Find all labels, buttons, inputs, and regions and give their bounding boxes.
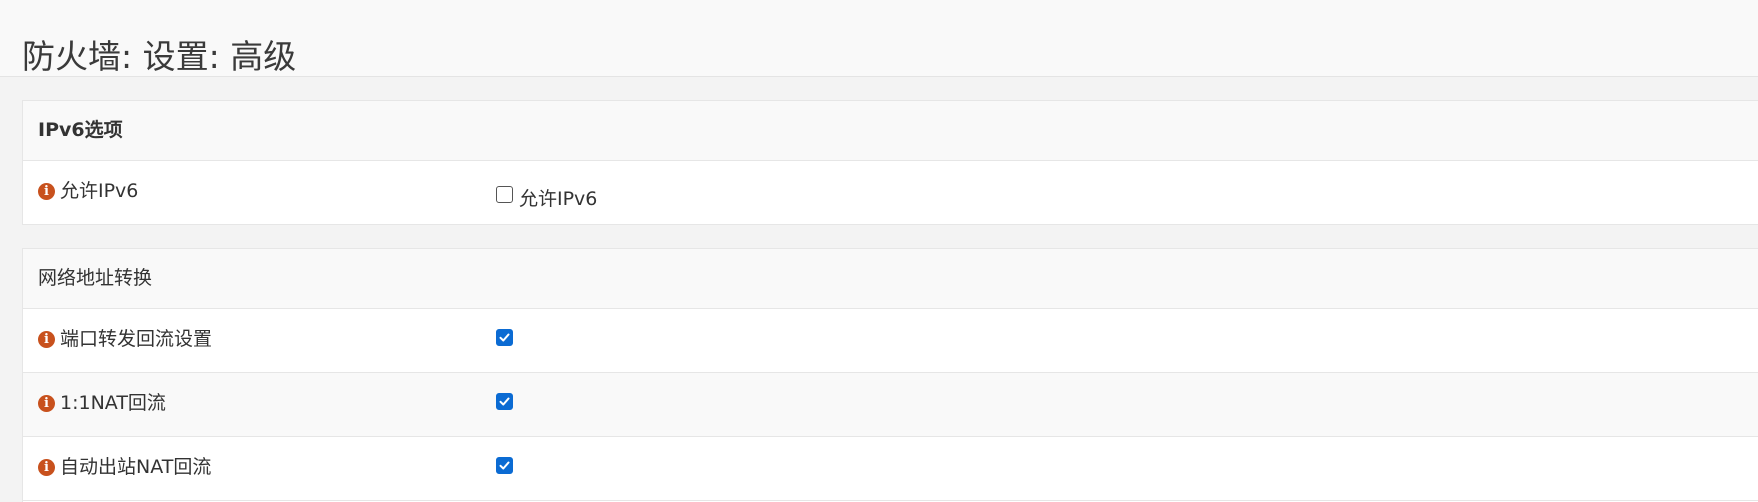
port-forward-reflection-control bbox=[496, 329, 513, 346]
check-icon bbox=[499, 333, 510, 342]
auto-outbound-nat-reflection-checkbox[interactable] bbox=[496, 457, 513, 474]
auto-outbound-nat-reflection-label-text: 自动出站NAT回流 bbox=[60, 456, 212, 478]
page-header: 防火墙: 设置: 高级 bbox=[0, 0, 1758, 77]
allow-ipv6-row: i 允许IPv6 允许IPv6 bbox=[23, 161, 1758, 225]
port-forward-reflection-row: i 端口转发回流设置 bbox=[23, 309, 1758, 373]
page-title: 防火墙: 设置: 高级 bbox=[22, 37, 297, 77]
ipv6-options-heading: IPv6选项 bbox=[23, 101, 1758, 161]
info-icon[interactable]: i bbox=[38, 330, 55, 348]
one-to-one-nat-reflection-checkbox[interactable] bbox=[496, 393, 513, 410]
allow-ipv6-label-text: 允许IPv6 bbox=[60, 180, 139, 202]
port-forward-reflection-checkbox[interactable] bbox=[496, 329, 513, 346]
port-forward-reflection-label-text: 端口转发回流设置 bbox=[60, 328, 213, 350]
info-icon[interactable]: i bbox=[38, 394, 55, 412]
one-to-one-nat-reflection-label: i 1:1NAT回流 bbox=[38, 391, 166, 415]
auto-outbound-nat-reflection-control bbox=[496, 457, 513, 474]
allow-ipv6-label: i 允许IPv6 bbox=[38, 179, 138, 203]
check-icon bbox=[499, 397, 510, 406]
allow-ipv6-checkbox-label[interactable]: 允许IPv6 bbox=[519, 184, 597, 211]
one-to-one-nat-reflection-row: i 1:1NAT回流 bbox=[23, 373, 1758, 437]
auto-outbound-nat-reflection-row: i 自动出站NAT回流 bbox=[23, 437, 1758, 501]
nat-heading: 网络地址转换 bbox=[23, 249, 1758, 309]
allow-ipv6-checkbox[interactable] bbox=[496, 186, 513, 203]
info-icon[interactable]: i bbox=[38, 458, 55, 476]
one-to-one-nat-reflection-label-text: 1:1NAT回流 bbox=[60, 392, 166, 414]
nat-panel: 网络地址转换 i 端口转发回流设置 i 1:1NAT回流 i 自动出站NAT回流 bbox=[22, 248, 1758, 502]
check-icon bbox=[499, 461, 510, 470]
info-icon[interactable]: i bbox=[38, 182, 55, 200]
auto-outbound-nat-reflection-label: i 自动出站NAT回流 bbox=[38, 455, 211, 479]
allow-ipv6-control: 允许IPv6 bbox=[496, 181, 597, 211]
one-to-one-nat-reflection-control bbox=[496, 393, 513, 410]
ipv6-options-panel: IPv6选项 i 允许IPv6 允许IPv6 bbox=[22, 100, 1758, 225]
port-forward-reflection-label: i 端口转发回流设置 bbox=[38, 327, 212, 351]
